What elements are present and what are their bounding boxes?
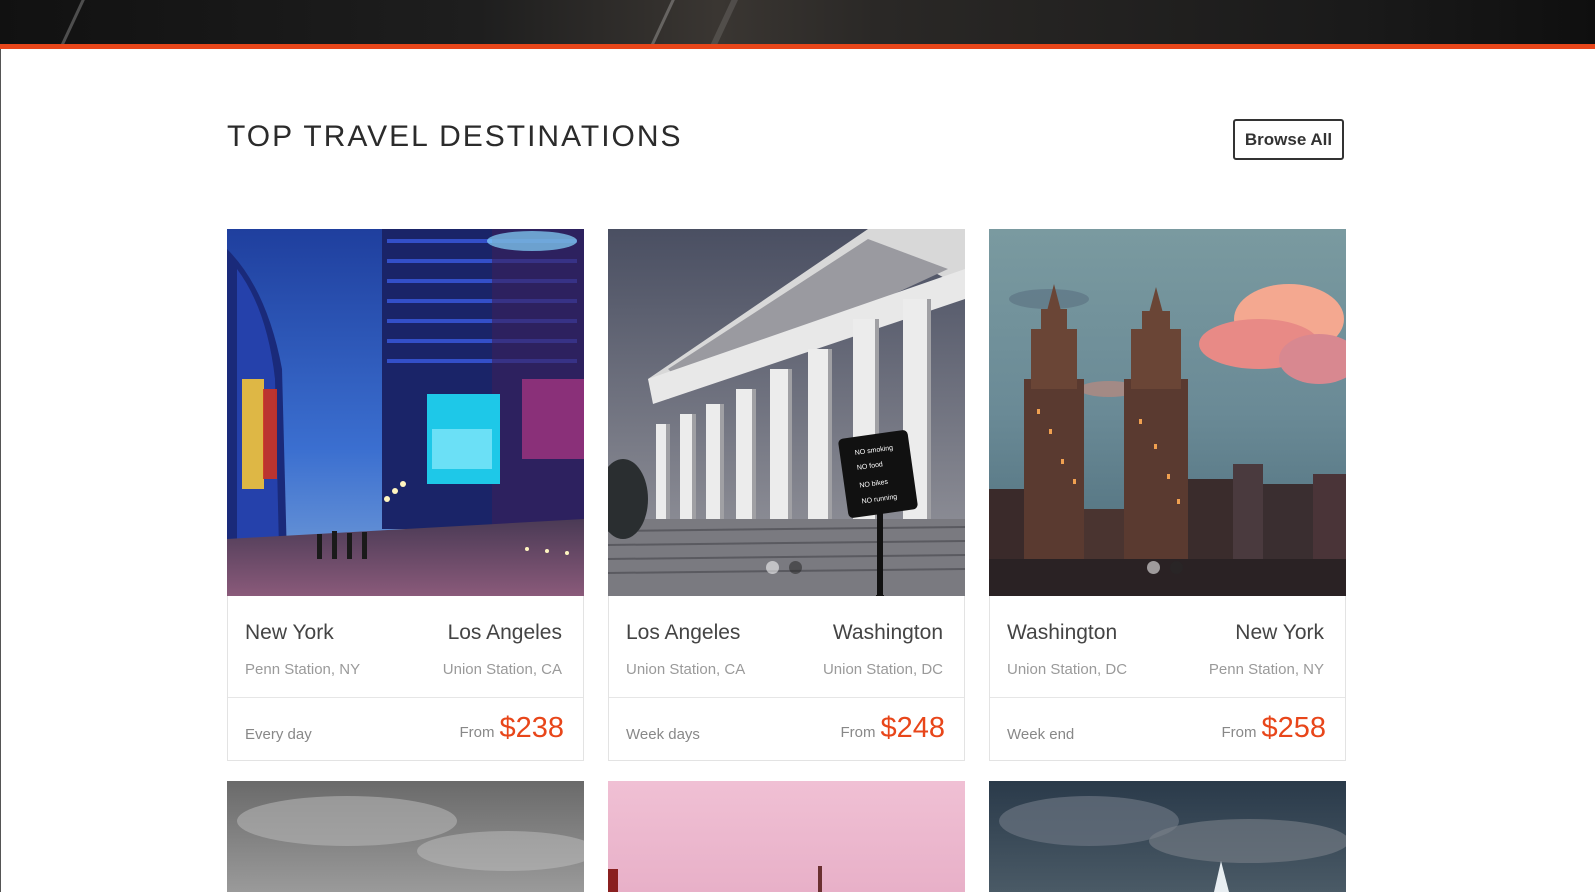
destination-card[interactable]: Washington Union Station, DC New York Pe… [989,229,1346,761]
card-footer: Week days From $248 [609,698,964,760]
route-info: New York Penn Station, NY Los Angeles Un… [228,596,583,698]
from-label: From [840,724,876,741]
page-edge [0,49,1,892]
frequency-label: Week days [626,726,700,743]
city-street-night-photo [227,229,584,596]
destination-card-partial[interactable] [227,781,584,892]
carousel-dots [766,561,802,574]
destination-city: Washington [832,621,943,644]
carousel-dot[interactable] [789,561,802,574]
origin-station: Penn Station, NY [245,661,361,678]
price-block: From $248 [840,712,945,745]
price-block: From $238 [459,712,564,745]
destination-city: Los Angeles [447,621,562,644]
card-footer: Every day From $238 [228,698,583,760]
destination-card[interactable]: NO smoking NO food NO bikes NO running L… [608,229,965,761]
price: $238 [499,712,564,744]
destination-station: Union Station, CA [442,661,562,678]
route-info: Los Angeles Union Station, CA Washington… [609,596,964,698]
accent-bar [0,44,1595,49]
harbor-dusk-photo [989,781,1346,892]
cloudy-sky-photo [227,781,584,892]
price-block: From $258 [1221,712,1326,745]
browse-all-button[interactable]: Browse All [1233,119,1344,160]
origin-city: Los Angeles [626,621,741,644]
carousel-dot[interactable] [1147,561,1160,574]
price: $248 [880,712,945,744]
origin-station: Union Station, DC [1007,661,1128,678]
frequency-label: Every day [245,726,312,743]
frequency-label: Week end [1007,726,1075,743]
origin-city: New York [245,621,334,644]
card-footer: Week end From $258 [990,698,1345,760]
carousel-dot[interactable] [766,561,779,574]
section-title: TOP TRAVEL DESTINATIONS [227,120,683,153]
route-info: Washington Union Station, DC New York Pe… [990,596,1345,698]
origin-station: Union Station, CA [626,661,746,678]
destination-station: Union Station, DC [822,661,943,678]
destination-station: Penn Station, NY [1208,661,1324,678]
pink-sky-photo [608,781,965,892]
price: $258 [1261,712,1326,744]
carousel-dot[interactable] [1170,561,1183,574]
from-label: From [1221,724,1257,741]
destination-card-partial[interactable] [989,781,1346,892]
hero-banner [0,0,1595,44]
destination-card-partial[interactable] [608,781,965,892]
origin-city: Washington [1007,621,1118,644]
destination-card[interactable]: New York Penn Station, NY Los Angeles Un… [227,229,584,761]
twin-towers-skyline-photo [989,229,1346,596]
from-label: From [459,724,495,741]
carousel-dots [1147,561,1183,574]
columned-monument-photo: NO smoking NO food NO bikes NO running [608,229,965,596]
destination-city: New York [1235,621,1324,644]
